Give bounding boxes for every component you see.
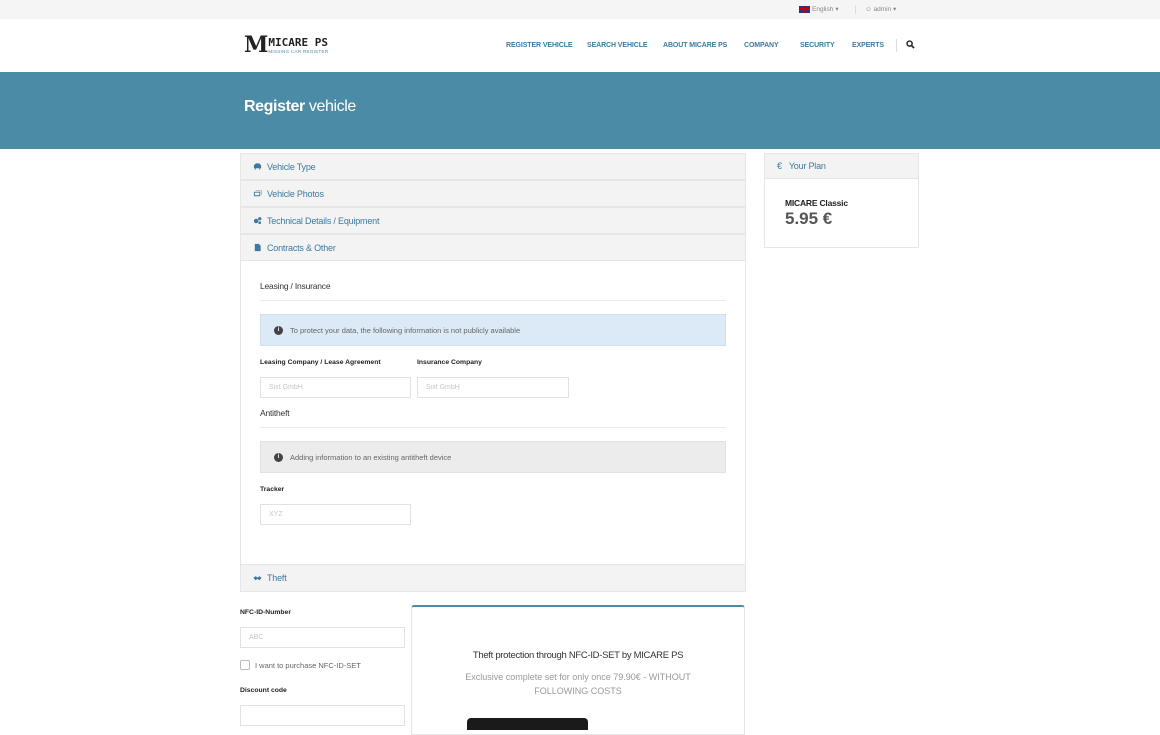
- plan-heading: € Your Plan: [764, 153, 919, 179]
- document-icon: [254, 243, 261, 252]
- divider: [260, 427, 726, 428]
- euro-icon: €: [777, 161, 782, 171]
- logo-tagline: MISSING CAR REGISTER: [268, 48, 329, 54]
- info-icon: i: [274, 452, 283, 462]
- accordion-label: Contracts & Other: [267, 242, 336, 253]
- nav-experts[interactable]: EXPERTS: [852, 42, 884, 49]
- accordion-vehicle-photos[interactable]: Vehicle Photos: [240, 180, 746, 207]
- logo[interactable]: M MICARE PS MISSING CAR REGISTER: [244, 34, 328, 56]
- plan-price: 5.95 €: [785, 209, 833, 228]
- nav-register-vehicle[interactable]: REGISTER VEHICLE: [506, 42, 573, 49]
- nfc-device-image: [467, 718, 588, 730]
- logo-name: MICARE PS: [268, 35, 328, 49]
- purchase-checkbox[interactable]: [240, 660, 250, 670]
- images-icon: [253, 190, 262, 197]
- tracker-label: Tracker: [260, 486, 285, 493]
- promo-description: Exclusive complete set for only once 79.…: [465, 672, 691, 696]
- plan-heading-label: Your Plan: [788, 161, 826, 171]
- accordion-label: Vehicle Photos: [267, 188, 324, 199]
- nfc-input[interactable]: [240, 627, 405, 648]
- user-menu[interactable]: ☺ admin ▾: [865, 5, 896, 13]
- user-name: admin: [873, 6, 892, 13]
- divider: [260, 300, 726, 301]
- page-title: Register vehicle: [244, 98, 356, 116]
- nfc-label: NFC-ID-Number: [240, 609, 291, 616]
- accordion-technical[interactable]: Technical Details / Equipment: [240, 207, 746, 234]
- alert-text: To protect your data, the following info…: [290, 325, 521, 335]
- caret-down-icon: ▾: [835, 6, 839, 13]
- main-navbar: [0, 19, 1160, 72]
- purchase-label: I want to purchase NFC-ID-SET: [255, 660, 361, 670]
- insurance-input[interactable]: [417, 377, 569, 398]
- accordion-label: Vehicle Type: [267, 161, 316, 172]
- search-icon[interactable]: [906, 40, 915, 49]
- privacy-info-alert: i To protect your data, the following in…: [260, 314, 726, 346]
- nav-about[interactable]: ABOUT MICARE PS: [663, 42, 727, 49]
- handshake-icon: [253, 575, 262, 580]
- discount-label: Discount code: [240, 687, 287, 694]
- car-icon: [253, 163, 262, 170]
- antitheft-alert: i Adding information to an existing anti…: [260, 441, 726, 473]
- alert-text: Adding information to an existing antith…: [290, 452, 452, 462]
- leasing-section-title: Leasing / Insurance: [260, 281, 331, 291]
- language-selector[interactable]: English ▾: [799, 5, 839, 13]
- divider: [855, 5, 856, 14]
- discount-input[interactable]: [240, 705, 405, 726]
- plan-name: MICARE Classic: [785, 198, 848, 208]
- logo-mark: M: [244, 32, 268, 58]
- user-icon: ☺: [865, 6, 872, 13]
- accordion-theft[interactable]: Theft: [240, 564, 746, 592]
- nav-security[interactable]: SECURITY: [800, 42, 835, 49]
- purchase-nfc-row[interactable]: I want to purchase NFC-ID-SET: [240, 660, 361, 670]
- gears-icon: [253, 217, 262, 225]
- leasing-input[interactable]: [260, 377, 411, 398]
- accordion-label: Theft: [267, 573, 287, 583]
- tracker-input[interactable]: [260, 504, 411, 525]
- page-title-rest: vehicle: [304, 98, 356, 115]
- promo-title: Theft protection through NFC-ID-SET by M…: [472, 650, 684, 661]
- insurance-label: Insurance Company: [417, 359, 482, 366]
- accordion-label: Technical Details / Equipment: [267, 215, 380, 226]
- info-icon: i: [274, 325, 283, 335]
- antitheft-section-title: Antitheft: [260, 408, 290, 418]
- caret-down-icon: ▾: [892, 6, 897, 13]
- divider: [896, 39, 897, 52]
- nav-company[interactable]: COMPANY: [744, 42, 779, 49]
- uk-flag-icon: [799, 5, 810, 13]
- page-title-bold: Register: [244, 98, 305, 115]
- language-label: English: [812, 5, 834, 13]
- nav-search-vehicle[interactable]: SEARCH VEHICLE: [587, 42, 648, 49]
- page-header-banner: [0, 72, 1160, 149]
- accordion-contracts[interactable]: Contracts & Other: [240, 234, 746, 261]
- top-utility-bar: English ▾ ☺ admin ▾: [0, 0, 1160, 19]
- leasing-label: Leasing Company / Lease Agreement: [260, 359, 381, 366]
- accordion-vehicle-type[interactable]: Vehicle Type: [240, 153, 746, 180]
